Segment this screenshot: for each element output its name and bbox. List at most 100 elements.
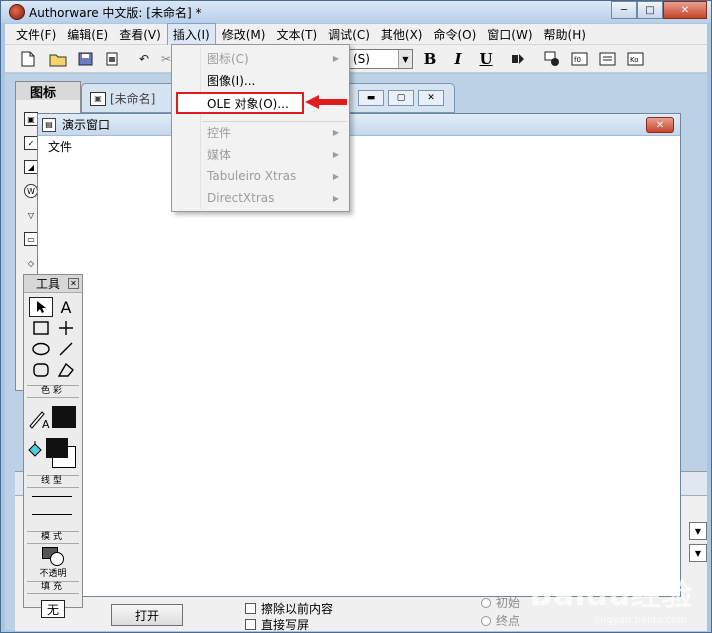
polygon-tool-icon[interactable] (54, 360, 78, 380)
menu-debug[interactable]: 调试(C) (323, 24, 375, 45)
color-section-label: 色彩 (27, 385, 79, 398)
crosshair-tool-icon[interactable] (54, 318, 78, 338)
menu-item-ole-object[interactable]: OLE 对象(O)... (176, 92, 304, 114)
font-size-combo[interactable]: (S) ▼ (349, 49, 413, 69)
navigate-icon[interactable]: ▽ (24, 208, 38, 222)
wait-icon[interactable]: W (24, 184, 38, 198)
bold-button[interactable]: B (421, 50, 439, 68)
rounded-rectangle-tool-icon[interactable] (29, 360, 53, 380)
checkbox-box[interactable] (245, 603, 256, 614)
flowline-minimize-button[interactable]: ▬ (358, 90, 384, 106)
foreground-color-swatch[interactable] (52, 406, 76, 428)
menu-item-image[interactable]: 图像(I)... (174, 70, 347, 90)
minimize-button[interactable]: ─ (611, 1, 637, 19)
menu-item-tabuleiro-xtras[interactable]: Tabuleiro Xtras ▶ (174, 166, 347, 186)
chevron-down-icon[interactable]: ▼ (398, 50, 412, 68)
italic-button[interactable]: I (449, 50, 467, 68)
presentation-window[interactable]: ▤ 演示窗口 ✕ 文件 (37, 113, 681, 597)
menu-bar: 文件(F) 编辑(E) 查看(V) 插入(I) 修改(M) 文本(T) 调试(C… (5, 22, 707, 46)
flowline-restore-button[interactable]: ▢ (388, 90, 414, 106)
close-icon[interactable]: ✕ (68, 278, 79, 289)
mode-value: 不透明 (39, 569, 67, 579)
line-tool-icon[interactable] (54, 339, 78, 359)
menu-other[interactable]: 其他(X) (376, 24, 428, 45)
erase-icon[interactable]: ◢ (24, 160, 38, 174)
mode-section-label: 模式 (27, 531, 79, 544)
menu-help[interactable]: 帮助(H) (539, 24, 591, 45)
save-all-icon[interactable] (77, 50, 95, 68)
fill-bucket-icon[interactable] (26, 440, 44, 465)
icon-palette-title: 图标 (16, 82, 80, 101)
authorware-logo-icon (9, 4, 25, 20)
new-file-icon[interactable] (19, 50, 37, 68)
mode-selector[interactable]: 不透明 (24, 544, 82, 579)
knowledge-objects-icon[interactable]: Ko (627, 50, 645, 68)
erase-previous-checkbox[interactable]: 擦除以前内容 (245, 600, 333, 617)
text-tool-icon[interactable]: A (54, 297, 78, 317)
menu-insert[interactable]: 插入(I) (166, 22, 216, 46)
control-panel-icon[interactable] (543, 50, 561, 68)
end-radio[interactable]: 终点 (481, 612, 520, 629)
line-style-arrow[interactable] (32, 514, 72, 515)
decision-icon[interactable]: ◇ (24, 256, 38, 270)
framework-icon[interactable]: ▭ (24, 232, 38, 246)
display-icon[interactable]: ▣ (24, 112, 38, 126)
presentation-title-bar: ▤ 演示窗口 (38, 114, 680, 136)
menu-item-icon[interactable]: 图标(C) ▶ (174, 48, 347, 68)
menu-text[interactable]: 文本(T) (271, 24, 322, 45)
open-button[interactable]: 打开 (111, 604, 183, 626)
tools-palette: 工具 ✕ A 色彩 A 线型 模式 不透明 填充 无 (23, 274, 83, 618)
flowline-tab[interactable]: ▣ [未命名] (90, 90, 155, 107)
mode-circle-icon (50, 552, 64, 566)
line-styles[interactable] (24, 488, 82, 528)
motion-icon[interactable]: ✓ (24, 136, 38, 150)
submenu-arrow-icon: ▶ (332, 149, 339, 159)
fill-pattern-selector[interactable]: 无 (41, 600, 65, 618)
menu-item-media[interactable]: 媒体 ▶ (174, 144, 347, 164)
title-bar: Authorware 中文版: [未命名] * ─ □ ✕ (1, 1, 711, 23)
fill-color-swatch[interactable] (46, 438, 68, 458)
menu-view[interactable]: 查看(V) (114, 24, 166, 45)
ellipse-tool-icon[interactable] (29, 339, 53, 359)
tools-palette-title-bar: 工具 ✕ (24, 275, 82, 293)
run-icon[interactable] (509, 50, 527, 68)
baidu-watermark: Baidu经验 (529, 578, 693, 613)
undo-icon[interactable]: ↶ (135, 50, 153, 68)
menu-item-controls[interactable]: 控件 ▶ (174, 122, 347, 142)
menu-modify[interactable]: 修改(M) (217, 24, 271, 45)
menu-edit[interactable]: 编辑(E) (62, 24, 113, 45)
chevron-down-icon[interactable]: ▼ (689, 544, 707, 562)
menu-file[interactable]: 文件(F) (11, 24, 61, 45)
variables-icon[interactable] (599, 50, 617, 68)
presentation-menu-file[interactable]: 文件 (48, 138, 72, 155)
flowline-close-button[interactable]: ✕ (418, 90, 444, 106)
import-icon[interactable] (103, 50, 121, 68)
presentation-close-button[interactable]: ✕ (646, 117, 674, 133)
menu-window[interactable]: 窗口(W) (482, 24, 537, 45)
presentation-window-icon: ▤ (42, 117, 56, 132)
functions-icon[interactable]: f0 (571, 50, 589, 68)
direct-to-screen-checkbox[interactable]: 直接写屏 (245, 616, 309, 633)
rectangle-tool-icon[interactable] (29, 318, 53, 338)
submenu-arrow-icon: ▶ (332, 127, 339, 137)
authorware-window: Authorware 中文版: [未命名] * ─ □ ✕ 文件(F) 编辑(E… (0, 0, 712, 633)
baidu-watermark-url: jingyan.baidu.com (594, 615, 687, 626)
line-style-thin[interactable] (32, 496, 72, 497)
chevron-down-icon[interactable]: ▼ (689, 522, 707, 540)
radio-dot[interactable] (481, 597, 491, 608)
radio-dot[interactable] (481, 615, 491, 626)
menu-item-directxtras[interactable]: DirectXtras ▶ (174, 188, 347, 208)
checkbox-box[interactable] (245, 619, 256, 630)
close-button[interactable]: ✕ (663, 1, 707, 19)
pen-text-color-icon[interactable]: A (28, 408, 54, 433)
submenu-arrow-icon: ▶ (332, 193, 339, 203)
line-section-label: 线型 (27, 475, 79, 488)
pointer-tool-icon[interactable] (29, 297, 53, 317)
insert-menu-dropdown: 图标(C) ▶ 图像(I)... OLE 对象(O)... 控件 ▶ 媒体 ▶ … (171, 44, 350, 212)
maximize-button[interactable]: □ (637, 1, 663, 19)
underline-button[interactable]: U (477, 50, 495, 68)
open-folder-icon[interactable] (49, 50, 67, 68)
menu-command[interactable]: 命令(O) (428, 24, 481, 45)
window-title: Authorware 中文版: [未命名] * (29, 5, 202, 20)
toolbar: ↶ ✂ (S) ▼ B I U f0 Ko (5, 45, 707, 73)
